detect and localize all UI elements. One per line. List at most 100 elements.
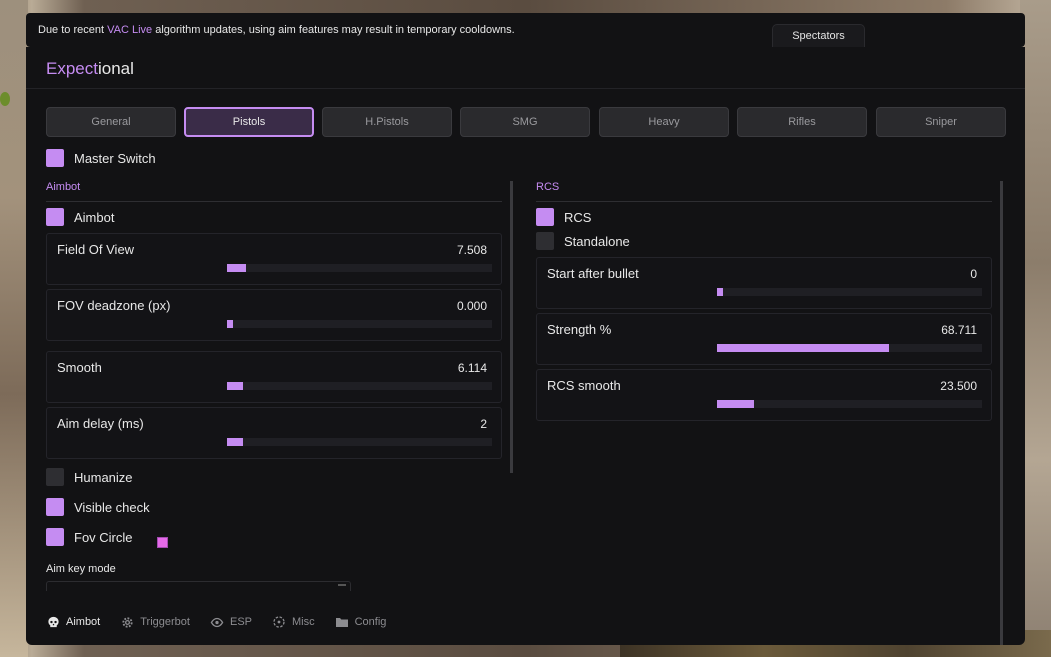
rcs-smooth-label: RCS smooth [547,378,621,393]
smooth-slider-fill [227,382,243,390]
visible-check-toggle[interactable]: Visible check [46,498,150,516]
master-switch[interactable]: Master Switch [46,149,156,167]
tab-smg[interactable]: SMG [460,107,590,137]
strength-slider-track[interactable] [717,344,982,352]
select-handle [338,584,346,586]
nav-aimbot-label: Aimbot [66,616,101,628]
visible-check-checkbox[interactable] [46,498,64,516]
fov-slider-track[interactable] [227,264,492,272]
weapon-tabs: General Pistols H.Pistols SMG Heavy Rifl… [46,107,1006,137]
eye-icon [210,615,224,629]
master-switch-label: Master Switch [74,150,156,166]
gear-icon [120,615,134,629]
folder-icon [335,615,349,629]
standalone-checkbox[interactable] [536,232,554,250]
tab-rifles[interactable]: Rifles [737,107,867,137]
app-logo: Expectional [46,59,134,79]
start-after-bullet-slider[interactable]: Start after bullet 0 [536,257,992,309]
aimbot-section-divider [46,201,502,202]
aim-key-mode-select[interactable] [46,581,351,591]
rcs-smooth-slider[interactable]: RCS smooth 23.500 [536,369,992,421]
start-after-bullet-label: Start after bullet [547,266,639,281]
tab-sniper[interactable]: Sniper [876,107,1006,137]
humanize-label: Humanize [74,469,133,485]
nav-config-label: Config [354,616,387,628]
nav-triggerbot-label: Triggerbot [140,616,190,628]
strength-slider-fill [717,344,890,352]
window-header: Expectional [26,47,1025,89]
aim-delay-track[interactable] [227,438,492,446]
nav-esp-label: ESP [229,616,252,628]
vac-notice-banner: Due to recent VAC Live algorithm updates… [26,13,1025,47]
tab-general[interactable]: General [46,107,176,137]
tab-pistols[interactable]: Pistols [184,107,314,137]
standalone-label: Standalone [564,233,630,249]
aim-key-mode-label: Aim key mode [46,563,116,575]
rcs-toggle[interactable]: RCS [536,208,591,226]
rcs-smooth-fill [717,400,755,408]
rcs-smooth-value: 23.500 [940,379,977,393]
fov-deadzone-track[interactable] [227,320,492,328]
fov-deadzone-label: FOV deadzone (px) [57,298,171,313]
visible-check-label: Visible check [74,499,150,515]
fov-deadzone-slider[interactable]: FOV deadzone (px) 0.000 [46,289,502,341]
fov-slider-label: Field Of View [57,242,135,257]
aim-delay-fill [227,438,243,446]
strength-slider[interactable]: Strength % 68.711 [536,313,992,365]
fov-deadzone-value: 0.000 [456,299,487,313]
master-switch-checkbox[interactable] [46,149,64,167]
fov-circle-checkbox[interactable] [46,528,64,546]
rcs-smooth-track[interactable] [717,400,982,408]
fov-circle-color-picker[interactable] [157,537,168,548]
rcs-checkbox[interactable] [536,208,554,226]
skull-icon [46,615,60,629]
fov-slider-fill [227,264,246,272]
smooth-slider-value: 6.114 [457,361,487,375]
fov-slider[interactable]: Field Of View 7.508 [46,233,502,285]
tab-heavy[interactable]: Heavy [599,107,729,137]
nav-esp[interactable]: ESP [210,612,252,632]
fov-slider-value: 7.508 [456,243,487,257]
bottom-navigation: Aimbot Triggerbot ESP Misc Config [46,612,406,632]
background-plant [0,92,10,106]
aimbot-section-title: Aimbot [46,181,81,193]
smooth-slider-track[interactable] [227,382,492,390]
notice-suffix: algorithm updates, using aim features ma… [152,24,515,36]
rcs-toggle-label: RCS [564,209,592,225]
strength-slider-value: 68.711 [941,323,977,337]
humanize-toggle[interactable]: Humanize [46,468,133,486]
aim-delay-value: 2 [480,417,487,431]
start-after-bullet-fill [717,288,723,296]
rcs-section-divider [536,201,992,202]
start-after-bullet-value: 0 [970,267,977,281]
nav-misc-label: Misc [292,616,315,628]
aimbot-toggle-label: Aimbot [74,209,115,225]
aimbot-checkbox[interactable] [46,208,64,226]
crosshair-icon [272,615,286,629]
notice-prefix: Due to recent [38,24,108,36]
rcs-scrollbar[interactable] [1000,181,1003,645]
aim-delay-label: Aim delay (ms) [57,416,144,431]
nav-config[interactable]: Config [335,612,387,632]
aimbot-toggle[interactable]: Aimbot [46,208,114,226]
fov-circle-toggle[interactable]: Fov Circle [46,528,133,546]
humanize-checkbox[interactable] [46,468,64,486]
cheat-menu-window: Expectional General Pistols H.Pistols SM… [26,47,1025,645]
aimbot-scrollbar[interactable] [510,181,513,473]
notice-highlight: VAC Live [107,24,153,36]
smooth-slider[interactable]: Smooth 6.114 [46,351,502,403]
strength-slider-label: Strength % [547,322,612,337]
logo-rest: ional [97,59,134,78]
start-after-bullet-track[interactable] [717,288,982,296]
tab-h-pistols[interactable]: H.Pistols [322,107,452,137]
smooth-slider-label: Smooth [57,360,102,375]
fov-deadzone-fill [227,320,233,328]
nav-triggerbot[interactable]: Triggerbot [120,612,190,632]
standalone-toggle[interactable]: Standalone [536,232,630,250]
aim-delay-slider[interactable]: Aim delay (ms) 2 [46,407,502,459]
logo-accent: Expect [46,59,98,78]
spectators-tab[interactable]: Spectators [772,24,865,47]
fov-circle-label: Fov Circle [74,529,133,545]
nav-misc[interactable]: Misc [272,612,315,632]
nav-aimbot[interactable]: Aimbot [46,612,100,632]
